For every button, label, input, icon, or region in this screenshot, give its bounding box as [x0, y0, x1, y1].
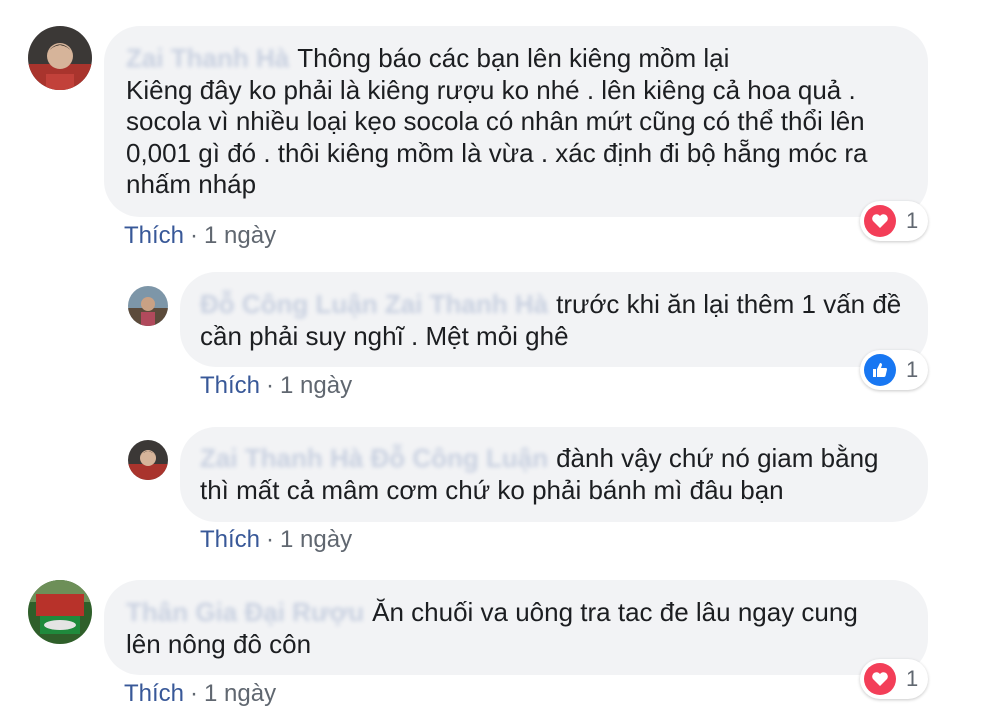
separator: · — [266, 526, 275, 553]
comment-text: Thông báo các bạn lên kiêng mồm lại — [297, 43, 730, 73]
timestamp[interactable]: 1 ngày — [204, 680, 276, 707]
reaction-badge[interactable]: 1 — [860, 659, 929, 699]
timestamp[interactable]: 1 ngày — [280, 526, 352, 553]
avatar[interactable] — [128, 440, 168, 480]
comment-actions: Thích · 1 ngày — [200, 372, 352, 400]
comment-text: đành vậy chứ nó giam bằng — [556, 443, 879, 473]
separator: · — [190, 680, 199, 707]
separator: · — [266, 372, 275, 399]
comment-text: lên nông đô côn — [126, 628, 312, 659]
reaction-count: 1 — [906, 357, 919, 382]
comment-text: Kiêng đây ko phải là kiêng rượu ko nhé .… — [126, 74, 868, 200]
thumbs-up-icon — [864, 354, 896, 386]
comment-actions: Thích · 1 ngày — [200, 526, 352, 554]
like-link[interactable]: Thích — [200, 372, 260, 399]
avatar[interactable] — [28, 580, 92, 644]
reaction-badge[interactable]: 1 — [860, 350, 929, 390]
comment-text: Ăn chuối va uông tra tac đe lâu ngay cun… — [372, 597, 858, 627]
comment-actions: Thích · 1 ngày — [124, 680, 276, 708]
comment-bubble: Đỗ Công Luận Zai Thanh Hà trước khi ăn lạ… — [180, 272, 928, 367]
author-name[interactable]: Zai Thanh Hà Đỗ Công Luận — [200, 443, 548, 473]
comment-bubble: Thân Gia Đại Rượu Ăn chuối va uông tra ta… — [104, 580, 928, 675]
comment-bubble: Zai Thanh Hà Đỗ Công Luận đành vậy chứ nó… — [180, 427, 928, 522]
comment-actions: Thích · 1 ngày — [124, 222, 276, 250]
like-link[interactable]: Thích — [124, 680, 184, 707]
avatar[interactable] — [128, 286, 168, 326]
comment-text: thì mất cả mâm cơm chứ ko phải bánh mì đ… — [200, 474, 784, 505]
avatar[interactable] — [28, 26, 92, 90]
like-link[interactable]: Thích — [124, 222, 184, 249]
comment-text: cần phải suy nghĩ . Mệt mỏi ghê — [200, 320, 569, 351]
author-name[interactable]: Đỗ Công Luận Zai Thanh Hà — [200, 289, 548, 319]
reaction-count: 1 — [906, 666, 919, 691]
reaction-badge[interactable]: 1 — [860, 201, 929, 241]
separator: · — [190, 222, 199, 249]
author-name[interactable]: Zai Thanh Hà — [126, 43, 289, 73]
reaction-count: 1 — [906, 208, 919, 233]
heart-icon — [864, 663, 896, 695]
timestamp[interactable]: 1 ngày — [280, 372, 352, 399]
timestamp[interactable]: 1 ngày — [204, 222, 276, 249]
author-name[interactable]: Thân Gia Đại Rượu — [126, 597, 364, 627]
like-link[interactable]: Thích — [200, 526, 260, 553]
comment-text: trước khi ăn lại thêm 1 vấn đề — [556, 289, 902, 319]
heart-icon — [864, 205, 896, 237]
comment-bubble: Zai Thanh Hà Thông báo các bạn lên kiêng … — [104, 26, 928, 217]
